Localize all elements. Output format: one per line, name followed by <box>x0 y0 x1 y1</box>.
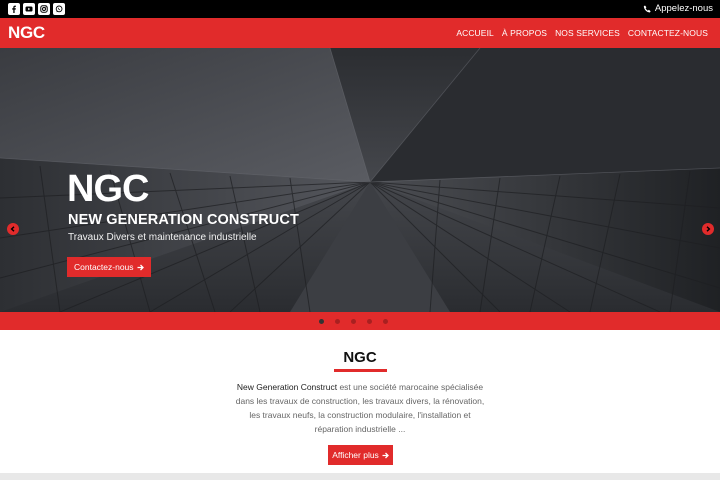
arrow-right-icon <box>382 452 389 458</box>
company-name: New Generation Construct <box>236 382 338 392</box>
social-links <box>8 3 65 15</box>
carousel-dot-4[interactable] <box>367 319 372 324</box>
about-line-3: les travaux neufs, la construction modul… <box>249 410 471 420</box>
carousel-prev-button[interactable] <box>7 223 19 235</box>
show-more-label: Afficher plus <box>332 450 379 460</box>
carousel-dot-3[interactable] <box>351 319 356 324</box>
carousel-dot-5[interactable] <box>383 319 388 324</box>
show-more-button[interactable]: Afficher plus <box>328 445 393 465</box>
youtube-icon[interactable] <box>23 3 35 15</box>
about-title: NGC <box>343 349 377 366</box>
carousel-dot-1[interactable] <box>319 319 324 324</box>
nav-item-services[interactable]: NOS SERVICES <box>555 27 620 39</box>
hero-title: NEW GENERATION CONSTRUCT <box>68 212 299 228</box>
hero-contact-label: Contactez-nous <box>74 262 134 272</box>
instagram-icon[interactable] <box>38 3 50 15</box>
title-underline <box>334 369 387 372</box>
about-line-4: réparation industrielle ... <box>314 424 406 434</box>
about-section: NGC New Generation Construct est une soc… <box>0 330 720 473</box>
chevron-left-icon <box>10 226 15 232</box>
call-link[interactable]: Appelez-nous <box>643 2 713 16</box>
carousel-indicators <box>319 319 388 324</box>
hero-carousel: NGC NEW GENERATION CONSTRUCT Travaux Div… <box>0 48 720 312</box>
nav-item-accueil[interactable]: ACCUEIL <box>456 27 494 39</box>
main-menu: ACCUEIL À PROPOS NOS SERVICES CONTACTEZ-… <box>456 27 708 39</box>
whatsapp-icon[interactable] <box>53 3 65 15</box>
chevron-right-icon <box>706 226 711 232</box>
carousel-dot-2[interactable] <box>335 319 340 324</box>
about-line-2: dans les travaux de construction, les tr… <box>235 396 485 406</box>
next-section-edge <box>0 473 720 480</box>
hero-contact-button[interactable]: Contactez-nous <box>67 257 151 277</box>
arrow-right-icon <box>137 264 144 270</box>
carousel-next-button[interactable] <box>702 223 714 235</box>
phone-icon <box>643 5 651 12</box>
brand-logo[interactable]: NGC <box>8 23 45 43</box>
hero-logo: NGC <box>67 168 149 210</box>
navbar: NGC ACCUEIL À PROPOS NOS SERVICES CONTAC… <box>0 18 720 48</box>
about-line-1: est une société marocaine spécialisée <box>337 382 484 392</box>
hero-subtitle: Travaux Divers et maintenance industriel… <box>68 232 257 243</box>
nav-item-contact[interactable]: CONTACTEZ-NOUS <box>628 27 708 39</box>
about-description: New Generation Construct est une société… <box>220 380 500 436</box>
call-label: Appelez-nous <box>654 3 713 14</box>
facebook-icon[interactable] <box>8 3 20 15</box>
nav-item-a-propos[interactable]: À PROPOS <box>502 27 547 39</box>
top-bar: Appelez-nous <box>0 0 720 18</box>
